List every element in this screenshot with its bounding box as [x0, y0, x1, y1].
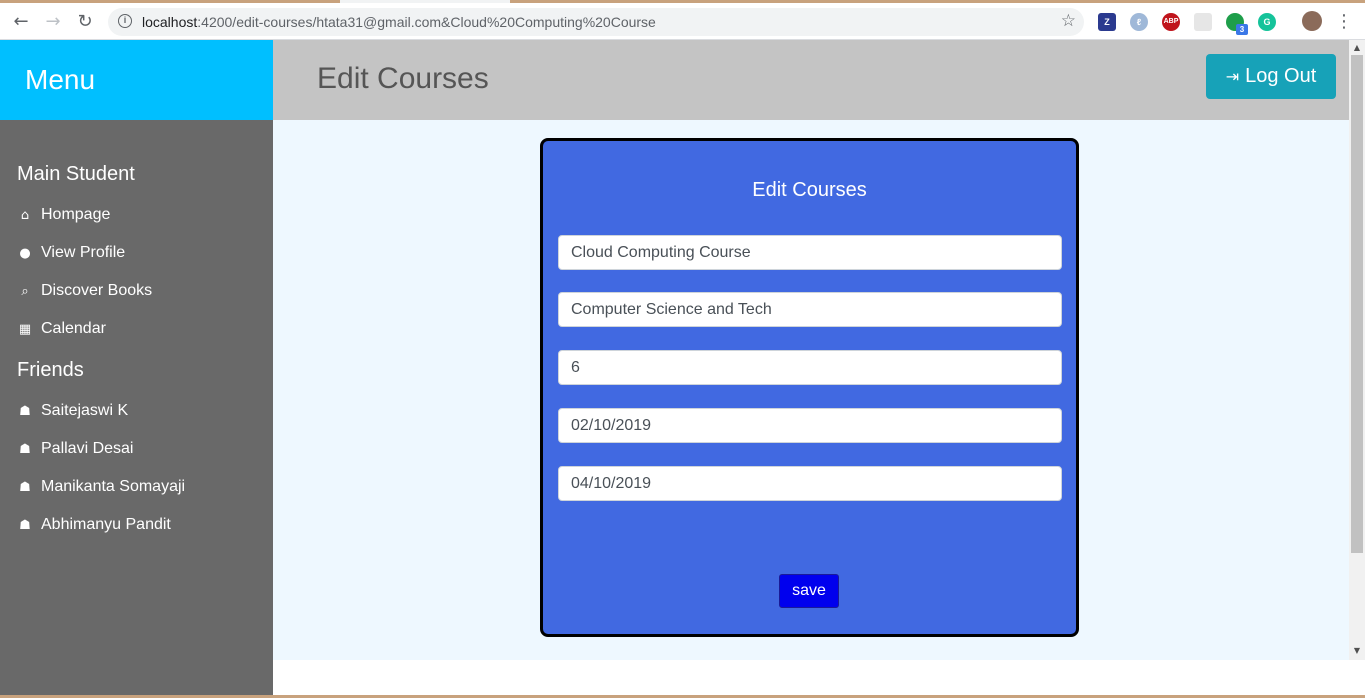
- section-main-student: Main Student: [17, 163, 135, 185]
- page-title: Edit Courses: [317, 62, 489, 95]
- scrollbar-thumb[interactable]: [1351, 55, 1363, 553]
- department-input[interactable]: [558, 292, 1062, 327]
- site-info-icon[interactable]: i: [118, 14, 132, 28]
- grammarly-extension-icon[interactable]: G: [1258, 13, 1276, 31]
- start-date-input[interactable]: [558, 408, 1062, 443]
- sidebar-item-friend[interactable]: ☗ Pallavi Desai: [16, 437, 133, 461]
- forward-icon[interactable]: →: [42, 11, 64, 33]
- back-icon[interactable]: ←: [10, 11, 32, 33]
- sidebar-item-label: Saitejaswi K: [41, 402, 129, 419]
- bookmark-star-icon[interactable]: ☆: [1061, 11, 1076, 31]
- reload-icon[interactable]: ↻: [74, 11, 96, 33]
- adblock-extension-icon[interactable]: ABP: [1162, 13, 1180, 31]
- calendar-icon: ▦: [18, 321, 32, 337]
- edit-course-form: Edit Courses save: [540, 138, 1079, 637]
- sidebar-item-discover-books[interactable]: ⌕ Discover Books: [16, 279, 152, 303]
- sidebar-item-label: Abhimanyu Pandit: [41, 516, 171, 533]
- user-icon: ●: [19, 245, 31, 261]
- logout-label: Log Out: [1245, 65, 1317, 87]
- sidebar-item-label: Manikanta Somayaji: [41, 478, 186, 495]
- users-icon: ☗: [19, 403, 31, 419]
- sidebar-item-label: Calendar: [41, 320, 106, 337]
- page-header: Edit Courses ⇥ Log Out: [273, 40, 1349, 120]
- sidebar-item-label: Hompage: [41, 206, 111, 223]
- sidebar-item-calendar[interactable]: ▦ Calendar: [16, 317, 106, 341]
- sidebar-item-label: View Profile: [41, 244, 126, 261]
- sidebar-item-label: Discover Books: [41, 282, 153, 299]
- users-icon: ☗: [19, 517, 31, 533]
- section-friends: Friends: [17, 359, 84, 381]
- search-icon: ⌕: [21, 283, 29, 299]
- browser-menu-icon[interactable]: ⋮: [1334, 11, 1354, 33]
- url-host: localhost: [142, 14, 198, 30]
- save-button[interactable]: save: [779, 574, 839, 608]
- menu-header: Menu: [0, 40, 273, 120]
- scroll-down-icon[interactable]: ▼: [1350, 644, 1364, 658]
- menu-title: Menu: [25, 64, 96, 95]
- sidebar-item-label: Pallavi Desai: [41, 440, 134, 457]
- extension-badge: 3: [1236, 24, 1248, 35]
- scroll-up-icon[interactable]: ▲: [1350, 41, 1364, 55]
- sidebar-item-friend[interactable]: ☗ Manikanta Somayaji: [16, 475, 185, 499]
- main-content: Edit Courses save: [273, 120, 1349, 660]
- browser-toolbar: ← → ↻ i localhost:4200/edit-courses/htat…: [0, 3, 1365, 40]
- sign-out-icon: ⇥: [1225, 67, 1240, 86]
- sidebar-item-friend[interactable]: ☗ Abhimanyu Pandit: [16, 513, 171, 537]
- end-date-input[interactable]: [558, 466, 1062, 501]
- users-icon: ☗: [19, 441, 31, 457]
- profile-avatar[interactable]: [1302, 11, 1322, 31]
- page-footer-space: [273, 660, 1365, 698]
- form-title: Edit Courses: [752, 179, 867, 201]
- url-path: :4200/edit-courses/htata31@gmail.com&Clo…: [197, 14, 656, 30]
- sidebar-item-view-profile[interactable]: ● View Profile: [16, 241, 125, 265]
- url-text[interactable]: localhost:4200/edit-courses/htata31@gmai…: [142, 14, 656, 30]
- users-icon: ☗: [19, 479, 31, 495]
- course-name-input[interactable]: [558, 235, 1062, 270]
- extension-icon[interactable]: ℓ: [1130, 13, 1148, 31]
- sidebar-item-homepage[interactable]: ⌂ Hompage: [16, 203, 111, 227]
- sidebar: Menu Main Student ⌂ Hompage ● View Profile…: [0, 40, 273, 698]
- logout-button[interactable]: ⇥ Log Out: [1206, 54, 1336, 99]
- credits-input[interactable]: [558, 350, 1062, 385]
- sidebar-item-friend[interactable]: ☗ Saitejaswi K: [16, 399, 128, 423]
- zotero-extension-icon[interactable]: Z: [1098, 13, 1116, 31]
- address-bar[interactable]: i localhost:4200/edit-courses/htata31@gm…: [108, 8, 1084, 36]
- blank-extension-icon[interactable]: [1194, 13, 1212, 31]
- home-icon: ⌂: [20, 207, 30, 223]
